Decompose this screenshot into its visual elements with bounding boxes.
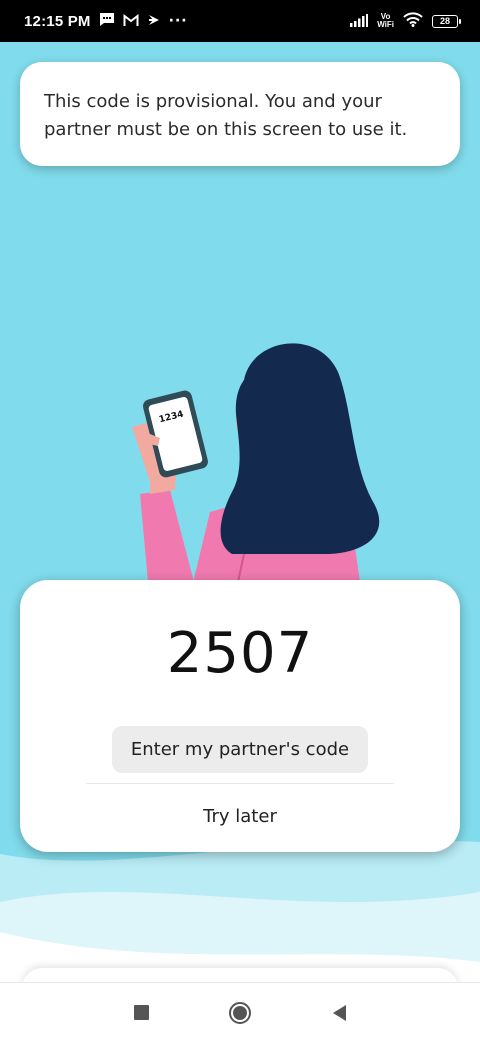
try-later-link[interactable]: Try later — [160, 802, 320, 832]
gmail-icon — [123, 12, 139, 31]
code-card: 2507 Enter my partner's code Try later — [20, 580, 460, 852]
wifi-icon — [403, 11, 423, 31]
back-icon[interactable] — [328, 1001, 352, 1025]
more-dots-icon: ··· — [168, 13, 188, 29]
enter-partner-code-button[interactable]: Enter my partner's code — [112, 726, 368, 773]
status-time: 12:15 PM — [24, 12, 91, 30]
home-icon[interactable] — [228, 1001, 252, 1025]
recent-apps-icon[interactable] — [130, 1001, 154, 1025]
status-right: Vo WiFi 28 — [350, 11, 461, 31]
provisional-code-toast: This code is provisional. You and your p… — [20, 62, 460, 166]
system-nav-bar — [0, 982, 480, 1040]
vowifi-bottom: WiFi — [377, 20, 394, 29]
title-ghost-text — [130, 190, 370, 222]
signal-icon — [350, 12, 369, 31]
pairing-code: 2507 — [166, 621, 314, 686]
message-icon — [99, 12, 115, 31]
divider — [86, 783, 394, 784]
feedly-icon — [147, 12, 161, 31]
vowifi-indicator: Vo WiFi — [377, 13, 394, 29]
battery-level: 28 — [439, 16, 450, 26]
status-left: 12:15 PM ··· — [24, 12, 188, 31]
status-bar: 12:15 PM ··· Vo WiFi 28 — [0, 0, 480, 42]
battery-icon: 28 — [432, 14, 461, 28]
toast-message: This code is provisional. You and your p… — [44, 91, 408, 140]
